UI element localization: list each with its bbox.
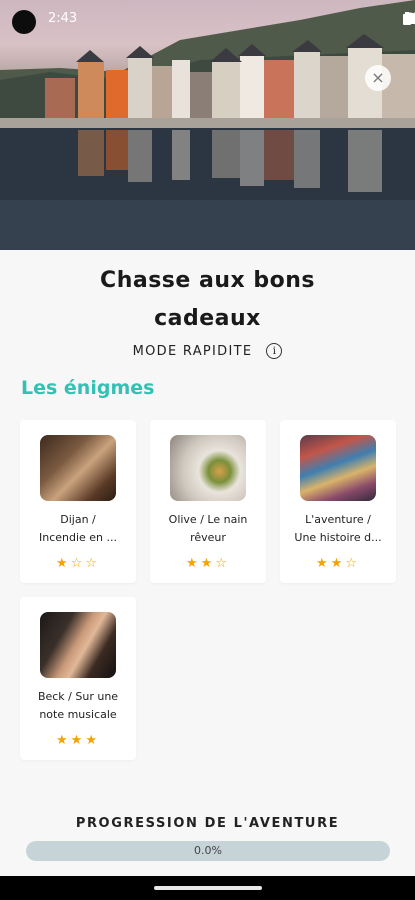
- puzzle-thumbnail: [300, 435, 376, 501]
- puzzle-name-line1: Dijan /: [60, 513, 96, 526]
- progress-label: 0.0%: [194, 844, 222, 857]
- camera-cutout: [12, 10, 36, 34]
- puzzle-card[interactable]: Dijan / Incendie en ... ★☆☆: [20, 420, 136, 583]
- puzzle-name: Dijan / Incendie en ...: [26, 511, 130, 547]
- hunt-title: Chasse aux bons cadeaux: [0, 262, 415, 338]
- progress-title: PROGRESSION DE L'AVENTURE: [75, 816, 340, 831]
- puzzle-name-line1: Beck / Sur une: [37, 690, 119, 703]
- puzzle-card[interactable]: Beck / Sur une note musicale ★★★: [20, 597, 136, 760]
- mode-row: MODE RAPIDITE i: [0, 343, 415, 359]
- star-rating: ★★☆: [186, 556, 230, 571]
- navigation-bar: [0, 876, 415, 900]
- puzzle-thumbnail: [40, 612, 116, 678]
- mode-label: MODE RAPIDITE: [132, 343, 253, 359]
- hunt-title-line1: Chasse aux bons: [100, 268, 315, 293]
- puzzle-thumbnail: [40, 435, 116, 501]
- section-title: Les énigmes: [21, 377, 155, 399]
- star-rating: ★★★: [56, 733, 100, 748]
- battery-icon: [403, 12, 411, 25]
- status-time: 2:43: [48, 11, 78, 26]
- puzzle-name: L'aventure / Une histoire d...: [286, 511, 390, 547]
- puzzle-name: Olive / Le nain rêveur: [156, 511, 260, 547]
- star-rating: ★☆☆: [56, 556, 100, 571]
- hero-image: 2:43 ×: [0, 0, 415, 250]
- puzzle-card[interactable]: Olive / Le nain rêveur ★★☆: [150, 420, 266, 583]
- puzzle-card[interactable]: L'aventure / Une histoire d... ★★☆: [280, 420, 396, 583]
- puzzle-name-line2: rêveur: [190, 531, 226, 544]
- home-handle[interactable]: [154, 886, 262, 890]
- info-icon[interactable]: i: [266, 343, 283, 359]
- puzzle-name-line2: note musicale: [39, 708, 117, 721]
- close-icon: ×: [371, 68, 385, 87]
- puzzle-name-line1: Olive / Le nain: [168, 513, 248, 526]
- star-rating: ★★☆: [316, 556, 360, 571]
- puzzle-name-line1: L'aventure /: [305, 513, 371, 526]
- hunt-title-line2: cadeaux: [154, 306, 261, 331]
- puzzle-name-line2: Une histoire d...: [294, 531, 382, 544]
- puzzle-name: Beck / Sur une note musicale: [26, 688, 130, 724]
- puzzle-thumbnail: [170, 435, 246, 501]
- close-button[interactable]: ×: [365, 65, 391, 91]
- status-bar: 2:43: [0, 0, 415, 38]
- progress-bar: 0.0%: [26, 841, 390, 861]
- puzzle-name-line2: Incendie en ...: [38, 531, 118, 544]
